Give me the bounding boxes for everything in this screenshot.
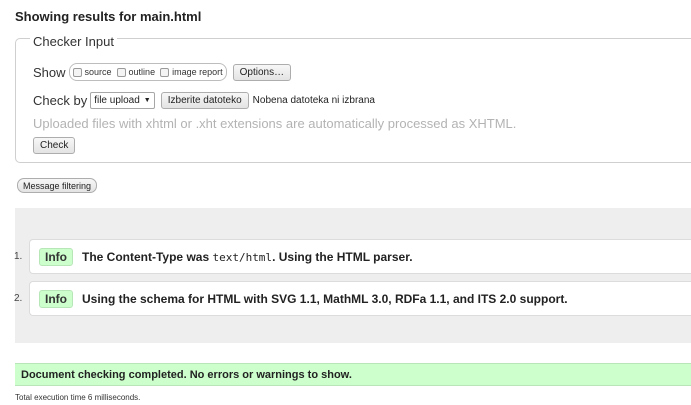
xhtml-hint: Uploaded files with xhtml or .xht extens… xyxy=(33,116,517,131)
file-status-text: Nobena datoteka ni izbrana xyxy=(252,95,375,106)
completion-status-bar: Document checking completed. No errors o… xyxy=(15,363,691,386)
page-title: Showing results for main.html xyxy=(15,9,202,24)
show-options-group: source outline image report xyxy=(68,63,227,81)
outline-option-label: outline xyxy=(128,67,156,77)
info-badge: Info xyxy=(39,289,73,308)
message-filtering-button[interactable]: Message filtering xyxy=(17,178,98,193)
execution-time: Total execution time 6 milliseconds. xyxy=(15,393,141,402)
message-number: 2. xyxy=(14,293,23,304)
image-report-option[interactable]: image report xyxy=(160,67,223,77)
source-option[interactable]: source xyxy=(72,67,112,77)
message-code: text/html xyxy=(212,250,273,264)
message-item: 1. Info The Content-Type was text/html. … xyxy=(14,239,691,274)
options-button[interactable]: Options… xyxy=(232,63,292,81)
image-report-option-label: image report xyxy=(172,67,223,77)
check-by-select-value: file upload xyxy=(94,95,140,106)
message-text: Using the schema for HTML with SVG 1.1, … xyxy=(82,291,568,306)
message-text-before: The Content-Type was xyxy=(82,249,213,264)
message-number: 1. xyxy=(14,251,23,262)
source-checkbox[interactable] xyxy=(72,67,82,77)
results-panel xyxy=(15,208,691,343)
message-text: The Content-Type was text/html. Using th… xyxy=(82,250,413,264)
message-text-after: . Using the HTML parser. xyxy=(272,249,413,264)
check-button[interactable]: Check xyxy=(33,137,76,154)
check-row: Check xyxy=(33,137,76,154)
checker-input-legend: Checker Input xyxy=(30,34,117,49)
image-report-checkbox[interactable] xyxy=(160,67,170,77)
show-row: Show source outline image report Options… xyxy=(33,63,292,81)
info-badge: Info xyxy=(39,247,73,266)
check-by-label: Check by xyxy=(33,93,88,108)
check-by-row: Check by file upload ▼ Izberite datoteko… xyxy=(33,92,375,109)
check-by-select[interactable]: file upload ▼ xyxy=(90,92,155,109)
chevron-down-icon: ▼ xyxy=(143,97,151,104)
message-item: 2. Info Using the schema for HTML with S… xyxy=(14,281,691,316)
source-option-label: source xyxy=(84,67,112,77)
choose-file-button[interactable]: Izberite datoteko xyxy=(160,92,249,109)
outline-checkbox[interactable] xyxy=(116,67,126,77)
outline-option[interactable]: outline xyxy=(116,67,156,77)
show-label: Show xyxy=(33,64,66,80)
